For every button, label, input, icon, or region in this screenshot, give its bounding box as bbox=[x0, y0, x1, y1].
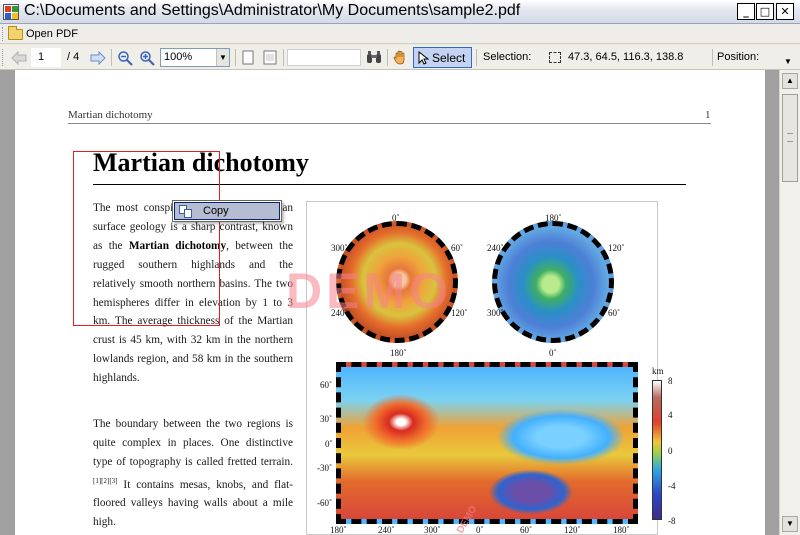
arrow-left-icon bbox=[11, 50, 27, 65]
fit-page-button[interactable] bbox=[239, 48, 257, 67]
window-title: C:\Documents and Settings\Administrator\… bbox=[24, 2, 521, 19]
paragraph-2-text: The boundary between the two regions is … bbox=[93, 418, 293, 468]
longitude-label: 60˚ bbox=[520, 525, 532, 535]
page-number: 1 bbox=[705, 109, 711, 121]
globe-label: 0˚ bbox=[549, 348, 557, 358]
elevation-color-scale bbox=[652, 380, 662, 520]
topography-map bbox=[336, 362, 638, 524]
zoom-in-button[interactable] bbox=[138, 48, 156, 67]
latitude-label: -30˚ bbox=[317, 463, 332, 473]
scale-tick-label: 4 bbox=[668, 410, 673, 420]
toolbar-separator bbox=[476, 49, 477, 66]
globe-label: 180˚ bbox=[545, 213, 562, 223]
page-total: / 4 bbox=[67, 51, 80, 63]
scale-tick-label: -4 bbox=[668, 481, 676, 491]
maximize-button[interactable]: □ bbox=[756, 3, 774, 20]
header-rule bbox=[68, 123, 711, 124]
position-label: Position: bbox=[717, 51, 760, 63]
toolbar-separator bbox=[387, 49, 388, 66]
minimize-button[interactable]: _ bbox=[737, 3, 755, 20]
copy-icon bbox=[179, 204, 193, 218]
scale-tick-label: 0 bbox=[668, 446, 673, 456]
scale-tick-label: -8 bbox=[668, 516, 676, 526]
scale-tick-label: 8 bbox=[668, 376, 673, 386]
select-tool-button[interactable]: Select bbox=[413, 47, 472, 68]
globe-label: 180˚ bbox=[390, 348, 407, 358]
globe-label: 60˚ bbox=[451, 243, 463, 253]
demo-watermark: DEMO bbox=[286, 263, 452, 319]
zoom-value: 100% bbox=[164, 51, 193, 63]
scroll-up-button[interactable]: ▲ bbox=[782, 73, 798, 89]
latitude-label: 0˚ bbox=[325, 439, 333, 449]
globe-label: 300˚ bbox=[487, 308, 504, 318]
running-header: Martian dichotomy bbox=[68, 109, 153, 121]
menu-bar: Open PDF bbox=[0, 24, 800, 44]
selection-coordinates: 47.3, 64.5, 116.3, 138.8 bbox=[568, 51, 684, 63]
scroll-down-button[interactable]: ▼ bbox=[782, 516, 798, 532]
copy-label: Copy bbox=[203, 205, 229, 217]
globe-label: 0˚ bbox=[392, 213, 400, 223]
zoom-in-icon bbox=[140, 50, 155, 66]
cursor-arrow-icon bbox=[418, 50, 429, 65]
close-button[interactable]: ✕ bbox=[776, 3, 794, 20]
toolbar-separator bbox=[111, 49, 112, 66]
zoom-out-icon bbox=[118, 50, 133, 66]
longitude-label: 0˚ bbox=[476, 525, 484, 535]
reference-marks[interactable]: [1][2][3] bbox=[93, 477, 118, 485]
scroll-thumb[interactable] bbox=[782, 94, 798, 182]
select-tool-label: Select bbox=[432, 50, 466, 65]
context-menu: Copy bbox=[172, 200, 282, 222]
open-pdf-label: Open PDF bbox=[26, 28, 78, 40]
hand-icon bbox=[393, 50, 405, 65]
binoculars-icon bbox=[367, 50, 381, 63]
toolbar-separator bbox=[235, 49, 236, 66]
search-input[interactable] bbox=[287, 49, 361, 66]
south-polar-globe bbox=[492, 221, 614, 343]
app-icon bbox=[3, 4, 19, 20]
longitude-label: 180˚ bbox=[330, 525, 347, 535]
globe-label: 60˚ bbox=[608, 308, 620, 318]
page-width-icon bbox=[263, 50, 277, 65]
selection-box-icon bbox=[549, 52, 561, 63]
globe-label: 240˚ bbox=[487, 243, 504, 253]
longitude-label: 180˚ bbox=[613, 525, 630, 535]
next-page-button[interactable] bbox=[89, 48, 107, 67]
copy-menu-item[interactable]: Copy bbox=[174, 202, 280, 220]
open-pdf-button[interactable]: Open PDF bbox=[8, 25, 78, 42]
toolbar-separator bbox=[712, 49, 713, 66]
menu-grip bbox=[2, 27, 5, 41]
selection-rectangle[interactable] bbox=[73, 151, 220, 326]
fit-width-button[interactable] bbox=[261, 48, 279, 67]
longitude-label: 240˚ bbox=[378, 525, 395, 535]
globe-label: 120˚ bbox=[451, 308, 468, 318]
find-button[interactable] bbox=[364, 48, 384, 67]
paragraph-2: The boundary between the two regions is … bbox=[93, 415, 293, 532]
title-bar: C:\Documents and Settings\Administrator\… bbox=[0, 0, 800, 24]
latitude-label: -60˚ bbox=[317, 498, 332, 508]
globe-label: 120˚ bbox=[608, 243, 625, 253]
toolbar-grip bbox=[2, 49, 5, 66]
page-number-input[interactable]: 1 bbox=[31, 48, 61, 67]
chevron-down-icon[interactable]: ▼ bbox=[216, 49, 229, 66]
arrow-right-icon bbox=[90, 50, 106, 65]
toolbar-separator bbox=[283, 49, 284, 66]
scale-unit-label: km bbox=[652, 366, 664, 376]
page-icon bbox=[242, 50, 254, 65]
toolbar: 1 / 4 100% ▼ Select Selection: 47.3, 64.… bbox=[0, 45, 800, 70]
pan-tool-button[interactable] bbox=[391, 48, 409, 67]
longitude-label: 300˚ bbox=[424, 525, 441, 535]
globe-label: 300˚ bbox=[331, 243, 348, 253]
zoom-select[interactable]: 100% ▼ bbox=[160, 48, 230, 67]
folder-icon bbox=[8, 25, 23, 40]
latitude-label: 30˚ bbox=[320, 414, 332, 424]
selection-label: Selection: bbox=[483, 51, 532, 63]
previous-page-button[interactable] bbox=[10, 48, 28, 67]
longitude-label: 120˚ bbox=[564, 525, 581, 535]
latitude-label: 60˚ bbox=[320, 380, 332, 390]
zoom-out-button[interactable] bbox=[116, 48, 134, 67]
toolbar-overflow-icon[interactable]: ▼ bbox=[784, 57, 792, 66]
vertical-scrollbar[interactable]: ▲ ▼ bbox=[779, 70, 800, 535]
paragraph-2-text-end: It contains mesas, knobs, and flat-floor… bbox=[93, 478, 293, 529]
